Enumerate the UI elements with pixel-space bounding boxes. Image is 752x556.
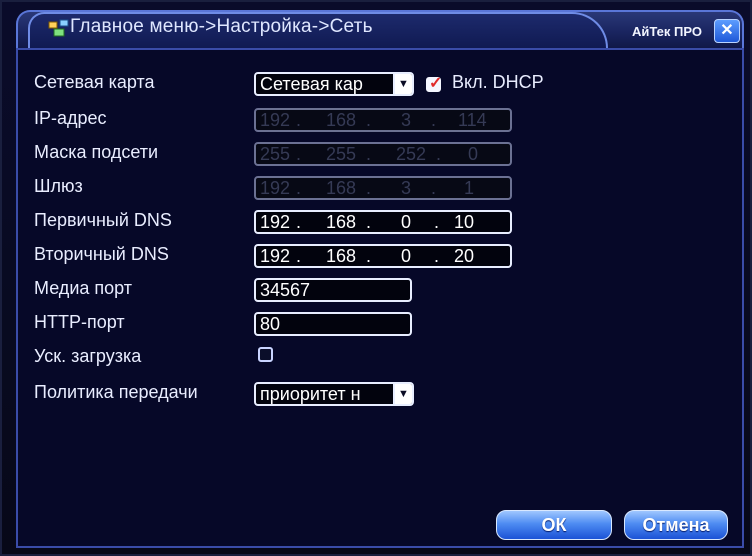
chevron-down-icon[interactable]: ▼ [393, 384, 412, 404]
network-card-value: Сетевая кар [260, 74, 363, 94]
gateway-octet: 3 [401, 178, 412, 198]
gateway-octet: 192 [260, 178, 291, 198]
close-button[interactable]: ✕ [714, 19, 740, 43]
gateway-separator: . [366, 178, 372, 198]
http-port-value: 80 [260, 314, 281, 334]
dns2-octet: 192 [260, 246, 291, 266]
mask-separator: . [366, 144, 372, 164]
mask-octet: 255 [260, 144, 291, 164]
dns1-separator: . [434, 212, 440, 232]
dns2-separator: . [366, 246, 372, 266]
gateway-label: Шлюз [34, 176, 83, 196]
gateway-field[interactable]: 192 . 168 . 3 . 1 [254, 176, 512, 200]
mask-octet: 0 [468, 144, 479, 164]
network-card-label: Сетевая карта [34, 72, 155, 92]
dns1-octet: 192 [260, 212, 291, 232]
ip-octet: 168 [326, 110, 357, 130]
dns2-separator: . [296, 246, 302, 266]
transfer-policy-dropdown[interactable]: приоритет н ▼ [254, 382, 414, 406]
dns2-octet: 20 [454, 246, 475, 266]
transfer-policy-label: Политика передачи [34, 382, 198, 402]
media-port-field[interactable]: 34567 [254, 278, 412, 302]
ip-octet: 3 [401, 110, 412, 130]
close-icon: ✕ [720, 22, 734, 39]
ip-address-field[interactable]: 192 . 168 . 3 . 114 [254, 108, 512, 132]
dns1-octet: 0 [401, 212, 412, 232]
subnet-mask-field[interactable]: 255 . 255 . 252 . 0 [254, 142, 512, 166]
mask-separator: . [296, 144, 302, 164]
brand-label: АйТек ПРО [632, 24, 702, 39]
network-icon [48, 19, 69, 37]
subnet-mask-label: Маска подсети [34, 142, 159, 162]
dns2-field[interactable]: 192 . 168 . 0 . 20 [254, 244, 512, 268]
network-settings-window: Главное меню->Настройка->Сеть АйТек ПРО … [0, 0, 752, 556]
dns2-separator: . [434, 246, 440, 266]
fast-load-label: Уск. загрузка [34, 346, 142, 366]
dns1-label: Первичный DNS [34, 210, 172, 230]
http-port-label: HTTP-порт [34, 312, 125, 332]
ip-separator: . [296, 110, 302, 130]
ok-button[interactable]: ОК [496, 510, 612, 540]
dns1-field[interactable]: 192 . 168 . 0 . 10 [254, 210, 512, 234]
mask-octet: 252 [396, 144, 427, 164]
ip-octet: 192 [260, 110, 291, 130]
fast-load-checkbox[interactable] [258, 347, 273, 362]
media-port-value: 34567 [260, 280, 311, 300]
transfer-policy-value: приоритет н [260, 384, 361, 404]
window-title: Главное меню->Настройка->Сеть [70, 16, 373, 37]
gateway-octet: 168 [326, 178, 357, 198]
checkmark-icon: ✓ [429, 75, 443, 92]
ip-separator: . [366, 110, 372, 130]
ip-label: IP-адрес [34, 108, 107, 128]
gateway-separator: . [296, 178, 302, 198]
dns2-octet: 168 [326, 246, 357, 266]
mask-octet: 255 [326, 144, 357, 164]
ip-separator: . [431, 110, 437, 130]
dhcp-checkbox[interactable]: ✓ [426, 75, 442, 92]
gateway-separator: . [431, 178, 437, 198]
dns1-separator: . [296, 212, 302, 232]
dns1-octet: 168 [326, 212, 357, 232]
dns2-label: Вторичный DNS [34, 244, 169, 264]
mask-separator: . [436, 144, 442, 164]
cancel-button[interactable]: Отмена [624, 510, 728, 540]
http-port-field[interactable]: 80 [254, 312, 412, 336]
network-card-dropdown[interactable]: Сетевая кар ▼ [254, 72, 414, 96]
chevron-down-icon[interactable]: ▼ [393, 74, 412, 94]
media-port-label: Медиа порт [34, 278, 132, 298]
dhcp-label: Вкл. DHCP [452, 72, 544, 92]
ip-octet: 114 [458, 110, 487, 130]
dns1-separator: . [366, 212, 372, 232]
dns1-octet: 10 [454, 212, 475, 232]
gateway-octet: 1 [464, 178, 475, 198]
dns2-octet: 0 [401, 246, 412, 266]
